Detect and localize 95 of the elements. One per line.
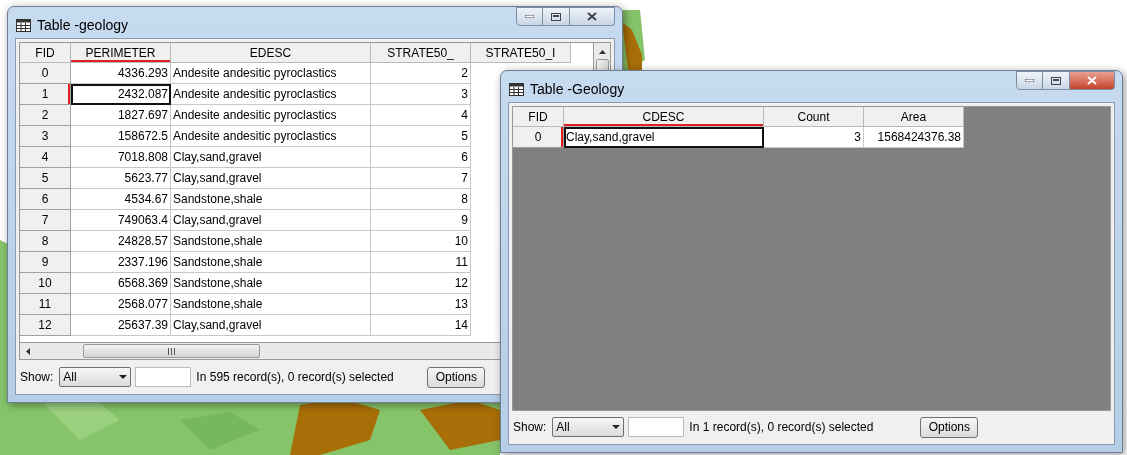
table-cell: 9 <box>371 210 471 231</box>
maximize-button[interactable] <box>1043 71 1070 90</box>
maximize-icon <box>551 12 561 21</box>
row-header[interactable]: 9 <box>20 252 71 273</box>
window-title: Table -geology <box>37 16 129 35</box>
row-header[interactable]: 12 <box>20 315 71 336</box>
table-icon <box>509 83 524 96</box>
show-label: Show: <box>20 369 54 387</box>
maximize-button[interactable] <box>543 7 570 26</box>
options-button[interactable]: Options <box>920 416 979 438</box>
table-cell: 158672.5 <box>71 126 171 147</box>
table-cell: Clay,sand,gravel <box>171 210 371 231</box>
search-field[interactable] <box>135 367 192 388</box>
column-header[interactable]: STRATE50_I <box>471 43 571 63</box>
show-dropdown[interactable]: All <box>552 417 625 438</box>
table-cell: 3 <box>764 127 864 148</box>
table-cell: 1827.697 <box>71 105 171 126</box>
table-cell: 1568424376.38 <box>864 127 964 148</box>
table-cell: 7018.808 <box>71 147 171 168</box>
column-header[interactable]: EDESC <box>171 43 371 63</box>
table-cell: 749063.4 <box>71 210 171 231</box>
row-header[interactable]: 5 <box>20 168 71 189</box>
table-cell: 2568.077 <box>71 294 171 315</box>
minimize-icon <box>525 15 534 18</box>
table-cell: Andesite andesitic pyroclastics <box>171 84 371 105</box>
row-header[interactable]: 6 <box>20 189 71 210</box>
table-cell: Sandstone,shale <box>171 231 371 252</box>
table-cell: Andesite andesitic pyroclastics <box>171 63 371 84</box>
row-header[interactable]: 2 <box>20 105 71 126</box>
search-field[interactable] <box>628 417 685 438</box>
row-header[interactable]: 8 <box>20 231 71 252</box>
column-header[interactable]: STRATE50_ <box>371 43 471 63</box>
close-icon <box>1087 76 1097 85</box>
table-cell: 2337.196 <box>71 252 171 273</box>
row-header[interactable]: 0 <box>20 63 71 84</box>
options-button[interactable]: Options <box>427 366 486 388</box>
table-cell: Clay,sand,gravel <box>171 168 371 189</box>
table-cell: Andesite andesitic pyroclastics <box>171 126 371 147</box>
column-header[interactable]: FID <box>20 43 71 63</box>
scrollbar-thumb[interactable] <box>83 344 260 359</box>
table-cell: 5623.77 <box>71 168 171 189</box>
table-cell: 2432.087 <box>71 84 171 105</box>
record-status: In 1 record(s), 0 record(s) selected <box>689 419 875 437</box>
table-cell: Sandstone,shale <box>171 273 371 294</box>
close-button[interactable] <box>1070 71 1115 90</box>
row-header[interactable]: 1 <box>20 84 71 105</box>
table-cell: 10 <box>371 231 471 252</box>
table-cell: Clay,sand,gravel <box>171 147 371 168</box>
column-header[interactable]: FID <box>513 107 564 127</box>
table-cell: Clay,sand,gravel <box>171 315 371 336</box>
table-cell: 24828.57 <box>71 231 171 252</box>
table-cell: 13 <box>371 294 471 315</box>
scroll-up-icon <box>598 50 606 54</box>
table-cell: Sandstone,shale <box>171 294 371 315</box>
table-cell: 14 <box>371 315 471 336</box>
table-cell: Sandstone,shale <box>171 189 371 210</box>
maximize-icon <box>1051 76 1061 85</box>
row-header[interactable]: 3 <box>20 126 71 147</box>
row-header[interactable]: 7 <box>20 210 71 231</box>
row-header[interactable]: 11 <box>20 294 71 315</box>
scroll-left-icon <box>26 347 30 355</box>
table-cell: 4 <box>371 105 471 126</box>
table-cell: 3 <box>371 84 471 105</box>
caret-icon <box>119 375 128 380</box>
record-status: In 595 record(s), 0 record(s) selected <box>196 369 395 387</box>
table-cell: 4336.293 <box>71 63 171 84</box>
close-button[interactable] <box>570 7 615 26</box>
table-cell: 6 <box>371 147 471 168</box>
column-header[interactable]: Count <box>764 107 864 127</box>
table-cell: 7 <box>371 168 471 189</box>
table-cell: 2 <box>371 63 471 84</box>
grip-icon <box>168 347 175 355</box>
table-cell: 12 <box>371 273 471 294</box>
column-header[interactable]: PERIMETER <box>71 43 171 63</box>
column-header[interactable]: Area <box>864 107 964 127</box>
table-icon <box>16 19 31 32</box>
table-cell: 6568.369 <box>71 273 171 294</box>
table-cell: 4534.67 <box>71 189 171 210</box>
table-cell: 11 <box>371 252 471 273</box>
column-header[interactable]: CDESC <box>564 107 764 127</box>
caret-icon <box>612 425 621 430</box>
table-cell: 8 <box>371 189 471 210</box>
table-cell: Clay,sand,gravel <box>564 127 764 148</box>
minimize-icon <box>1025 79 1034 82</box>
table-cell: 25637.39 <box>71 315 171 336</box>
row-header[interactable]: 0 <box>513 127 564 148</box>
window-title: Table -Geology <box>530 80 625 99</box>
row-header[interactable]: 10 <box>20 273 71 294</box>
show-dropdown[interactable]: All <box>59 367 132 388</box>
show-label: Show: <box>513 419 547 437</box>
table-cell: 5 <box>371 126 471 147</box>
close-icon <box>587 12 597 21</box>
table-cell: Sandstone,shale <box>171 252 371 273</box>
table-cell: Andesite andesitic pyroclastics <box>171 105 371 126</box>
row-header[interactable]: 4 <box>20 147 71 168</box>
